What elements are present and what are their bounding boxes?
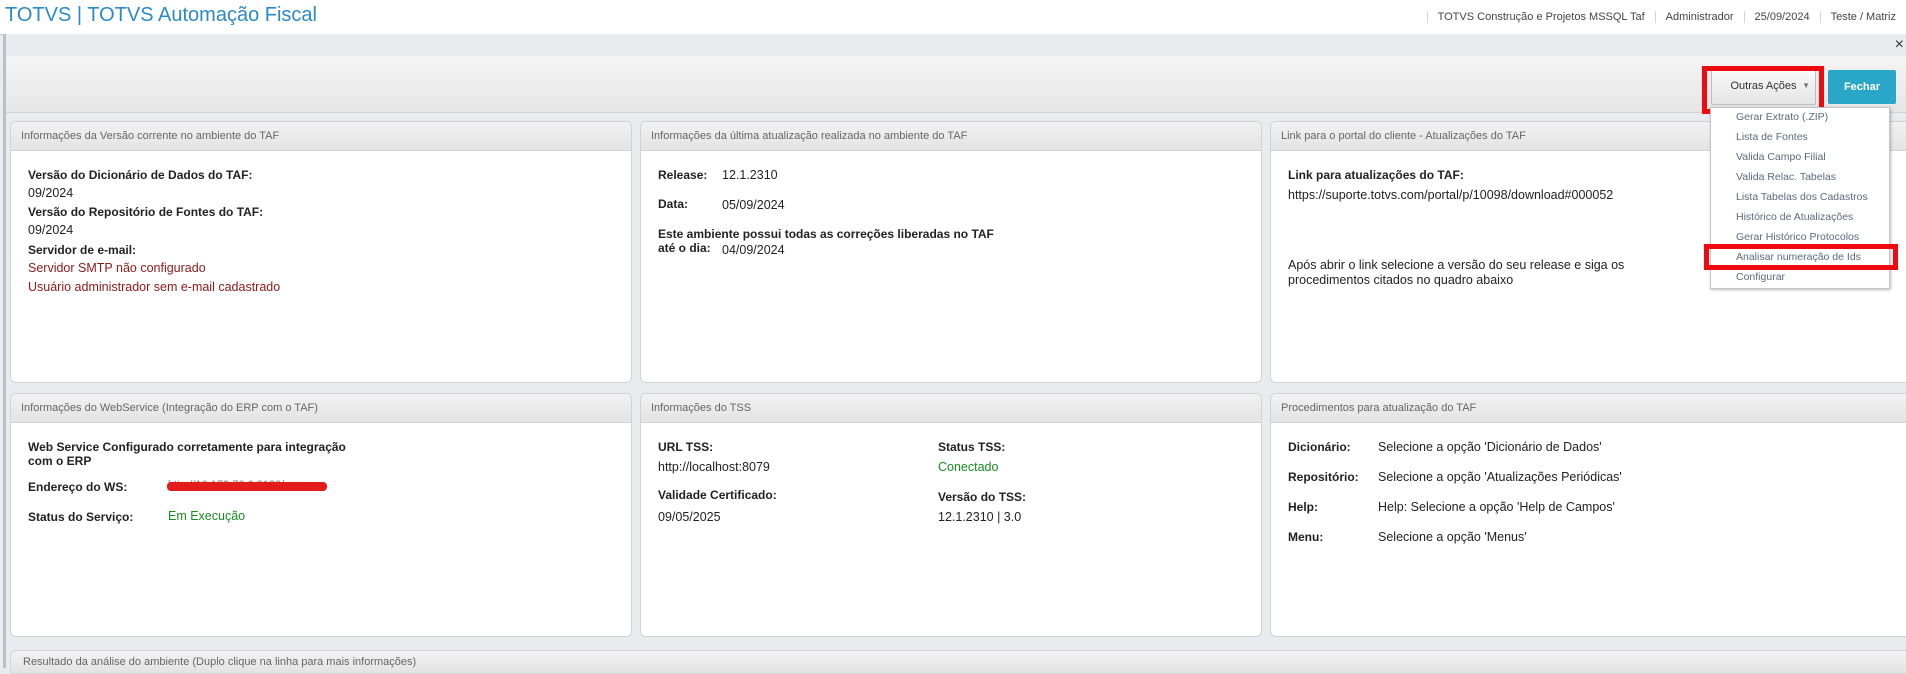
validade-value: 09/05/2025	[658, 510, 721, 524]
panel-procedimentos-title: Procedimentos para atualização do TAF	[1271, 394, 1906, 423]
proc-dicionario-label: Dicionário:	[1288, 440, 1351, 454]
outras-acoes-menu: Gerar Extrato (.ZIP) Lista de Fontes Val…	[1710, 107, 1890, 289]
panel-webservice-title: Informações do WebService (Integração do…	[11, 394, 631, 423]
user-name: Administrador	[1654, 11, 1744, 23]
top-bar: TOTVS | TOTVS Automação Fiscal TOTVS Con…	[0, 0, 1906, 35]
dic-label: Versão do Dicionário de Dados do TAF:	[28, 168, 253, 182]
release-value: 12.1.2310	[722, 168, 778, 182]
tss-url-label: URL TSS:	[658, 440, 714, 454]
session-info: TOTVS Construção e Projetos MSSQL Taf Ad…	[1426, 0, 1906, 34]
proc-repositorio-label: Repositório:	[1288, 470, 1359, 484]
email-label: Servidor de e-mail:	[28, 243, 137, 257]
menu-item-configurar[interactable]: Configurar	[1736, 271, 1785, 283]
servico-value: Em Execução	[168, 509, 246, 523]
caret-down-icon: ▼	[1802, 81, 1810, 90]
branch-name: Teste / Matriz	[1819, 11, 1906, 23]
outras-acoes-button[interactable]: Outras Ações ▼	[1711, 69, 1816, 105]
panel-atualizacao-title: Informações da última atualização realiz…	[641, 122, 1261, 151]
link-instructions-1: Após abrir o link selecione a versão do …	[1288, 258, 1625, 272]
tss-versao-label: Versão do TSS:	[938, 490, 1027, 504]
menu-item-historico-atualizacoes[interactable]: Histórico de Atualizações	[1736, 211, 1853, 223]
outras-acoes-label: Outras Ações	[1730, 80, 1797, 92]
panel-tss-title: Informações do TSS	[641, 394, 1261, 423]
tss-url-value: http://localhost:8079	[658, 460, 770, 474]
proc-help-value: Help: Selecione a opção 'Help de Campos'	[1378, 500, 1615, 514]
proc-help-label: Help:	[1288, 500, 1318, 514]
endereco-label: Endereço do WS:	[28, 480, 128, 494]
menu-item-gerar-extrato[interactable]: Gerar Extrato (.ZIP)	[1736, 111, 1828, 123]
release-label: Release:	[658, 168, 708, 182]
tss-status-value: Conectado	[938, 460, 999, 474]
rep-label: Versão do Repositório de Fontes do TAF:	[28, 205, 264, 219]
validade-label: Validade Certificado:	[658, 488, 777, 502]
menu-item-gerar-historico-protocolos[interactable]: Gerar Histórico Protocolos	[1736, 231, 1859, 243]
tss-versao-value: 12.1.2310 | 3.0	[938, 510, 1022, 524]
ws-status-text: Web Service Configurado corretamente par…	[28, 440, 346, 454]
correcoes-value: 04/09/2024	[722, 243, 785, 257]
resultado-analise-header: Resultado da análise do ambiente (Duplo …	[10, 650, 1906, 674]
correcoes-label: Este ambiente possui todas as correções …	[658, 227, 994, 241]
tss-status-label: Status TSS:	[938, 440, 1006, 454]
ws-status-text-2: com o ERP	[28, 454, 92, 468]
proc-repositorio-value: Selecione a opção 'Atualizações Periódic…	[1378, 470, 1622, 484]
proc-menu-label: Menu:	[1288, 530, 1324, 544]
close-icon[interactable]: ×	[1895, 36, 1904, 54]
data-value: 05/09/2024	[722, 198, 785, 212]
panel-procedimentos: Procedimentos para atualização do TAF	[1270, 393, 1906, 637]
email-warning-admin: Usuário administrador sem e-mail cadastr…	[28, 280, 281, 294]
proc-menu-value: Selecione a opção 'Menus'	[1378, 530, 1527, 544]
menu-item-valida-campo-filial[interactable]: Valida Campo Filial	[1736, 151, 1826, 163]
menu-item-lista-tabelas-cadastros[interactable]: Lista Tabelas dos Cadastros	[1736, 191, 1868, 203]
servico-label: Status do Serviço:	[28, 510, 134, 524]
link-value[interactable]: https://suporte.totvs.com/portal/p/10098…	[1288, 188, 1613, 202]
app-title: TOTVS | TOTVS Automação Fiscal	[5, 4, 317, 26]
toolbar	[6, 56, 1906, 113]
panel-versao-title: Informações da Versão corrente no ambien…	[11, 122, 631, 151]
rep-value: 09/2024	[28, 223, 74, 237]
session-date: 25/09/2024	[1743, 11, 1820, 23]
link-instructions-2: procedimentos citados no quadro abaixo	[1288, 273, 1514, 287]
menu-item-valida-relac-tabelas[interactable]: Valida Relac. Tabelas	[1736, 171, 1836, 183]
company-name: TOTVS Construção e Projetos MSSQL Taf	[1426, 11, 1655, 23]
link-label: Link para atualizações do TAF:	[1288, 168, 1464, 182]
correcoes-label-2: até o dia:	[658, 241, 711, 255]
proc-dicionario-value: Selecione a opção 'Dicionário de Dados'	[1378, 440, 1602, 454]
fechar-button[interactable]: Fechar	[1828, 70, 1896, 104]
menu-item-analisar-numeracao-ids[interactable]: Analisar numeração de Ids	[1736, 251, 1861, 263]
menu-item-lista-fontes[interactable]: Lista de Fontes	[1736, 131, 1808, 143]
data-label: Data:	[658, 197, 689, 211]
redaction-mark	[167, 482, 327, 491]
email-warning-smtp: Servidor SMTP não configurado	[28, 261, 206, 275]
dic-value: 09/2024	[28, 186, 74, 200]
